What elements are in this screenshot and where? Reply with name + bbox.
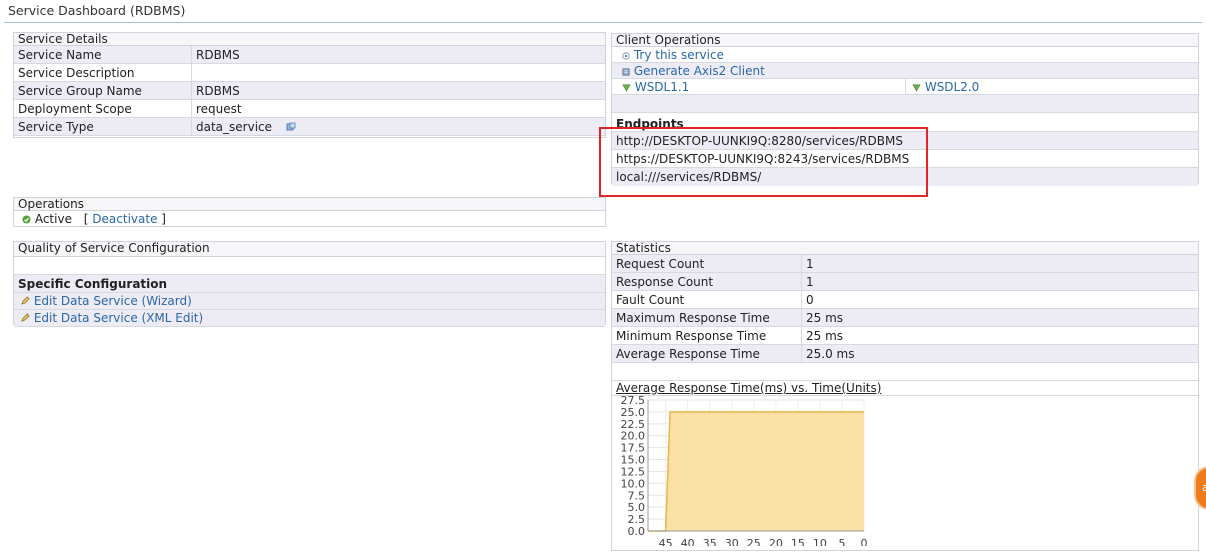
request-count-label: Request Count [616, 257, 705, 271]
page-title: Service Dashboard (RDBMS) [8, 3, 186, 18]
service-details-panel: Service Details Service Name RDBMS Servi… [13, 32, 606, 138]
service-group-value: RDBMS [191, 82, 240, 99]
service-type-value: data_service [196, 120, 273, 134]
deactivate-link[interactable]: Deactivate [92, 212, 157, 226]
edit-wizard-link[interactable]: Edit Data Service (Wizard) [34, 294, 192, 308]
statistics-panel: Statistics Request Count 1 Response Coun… [611, 241, 1199, 551]
max-response-label: Maximum Response Time [616, 311, 770, 325]
x-tick-label: 45 [659, 537, 673, 546]
operations-panel: Operations Active [ Deactivate ] [13, 197, 606, 227]
stats-spacer-row [612, 363, 1198, 381]
endpoint-row: http://DESKTOP-UUNKI9Q:8280/services/RDB… [612, 132, 1198, 150]
specific-config-header: Specific Configuration [18, 277, 168, 291]
edit-icon[interactable] [286, 119, 296, 137]
statistics-header: Statistics [612, 242, 1198, 255]
x-tick-label: 10 [813, 537, 827, 546]
deployment-scope-value: request [191, 100, 242, 117]
check-circle-icon [22, 212, 31, 228]
service-group-row: Service Group Name RDBMS [14, 82, 605, 100]
active-status-label: Active [34, 212, 72, 226]
wsdl-row: WSDL1.1 WSDL2.0 [612, 79, 1198, 95]
client-icon [622, 64, 630, 80]
edit-xml-link[interactable]: Edit Data Service (XML Edit) [34, 311, 203, 325]
endpoint-row: https://DESKTOP-UUNKI9Q:8243/services/RD… [612, 150, 1198, 168]
avg-response-label: Average Response Time [616, 347, 760, 361]
endpoints-header: Endpoints [616, 117, 684, 131]
stats-row: Fault Count 0 [612, 291, 1198, 309]
pencil-icon [21, 310, 30, 327]
service-type-cell: data_service [191, 118, 296, 135]
operations-header: Operations [14, 198, 605, 211]
deployment-scope-label: Deployment Scope [18, 102, 132, 116]
wsdl-icon [912, 80, 921, 96]
request-count-value: 1 [801, 255, 814, 272]
client-spacer-row [612, 95, 1198, 113]
client-operations-panel: Client Operations Try this service Gener… [611, 33, 1199, 186]
response-count-label: Response Count [616, 275, 714, 289]
service-name-value: RDBMS [191, 46, 240, 63]
avg-response-value: 25.0 ms [801, 345, 854, 362]
x-tick-label: 30 [725, 537, 739, 546]
service-description-label: Service Description [18, 66, 135, 80]
endpoint-https: https://DESKTOP-UUNKI9Q:8243/services/RD… [616, 152, 910, 166]
qos-spacer-row [14, 257, 605, 275]
wsdl2-cell: WSDL2.0 [905, 79, 979, 94]
wsdl1-link[interactable]: WSDL1.1 [635, 80, 690, 94]
floating-action-button[interactable]: a [1194, 466, 1206, 510]
stats-row: Minimum Response Time 25 ms [612, 327, 1198, 345]
stats-row: Request Count 1 [612, 255, 1198, 273]
endpoints-header-row: Endpoints [612, 113, 1198, 132]
x-tick-label: 20 [769, 537, 783, 546]
x-tick-label: 5 [838, 537, 845, 546]
client-operations-header: Client Operations [612, 34, 1198, 47]
fault-count-value: 0 [801, 291, 814, 308]
wsdl2-link[interactable]: WSDL2.0 [925, 80, 980, 94]
try-service-link[interactable]: Try this service [634, 48, 724, 62]
service-group-label: Service Group Name [18, 84, 142, 98]
service-description-row: Service Description [14, 64, 605, 82]
x-tick-label: 35 [703, 537, 717, 546]
pencil-icon [21, 293, 30, 310]
response-time-chart: 27.525.022.520.017.515.012.510.07.55.02.… [621, 394, 868, 546]
specific-config-row: Specific Configuration [14, 275, 605, 293]
service-name-label: Service Name [18, 48, 102, 62]
try-service-row: Try this service [612, 47, 1198, 63]
try-icon [622, 48, 630, 64]
generate-client-row: Generate Axis2 Client [612, 63, 1198, 79]
min-response-label: Minimum Response Time [616, 329, 767, 343]
endpoint-row: local:///services/RDBMS/ [612, 168, 1198, 186]
service-details-header: Service Details [14, 33, 605, 46]
x-tick-label: 25 [747, 537, 761, 546]
operations-status-row: Active [ Deactivate ] [14, 211, 605, 227]
series-area [648, 411, 864, 531]
fault-count-label: Fault Count [616, 293, 685, 307]
y-tick-label: 0.0 [628, 525, 646, 538]
x-tick-label: 15 [791, 537, 805, 546]
x-tick-label: 40 [681, 537, 695, 546]
x-tick-label: 0 [861, 537, 868, 546]
service-name-row: Service Name RDBMS [14, 46, 605, 64]
qos-panel: Quality of Service Configuration Specifi… [13, 241, 606, 327]
deployment-scope-row: Deployment Scope request [14, 100, 605, 118]
service-description-value [191, 64, 196, 81]
stats-row: Response Count 1 [612, 273, 1198, 291]
endpoint-http: http://DESKTOP-UUNKI9Q:8280/services/RDB… [616, 134, 903, 148]
endpoint-local: local:///services/RDBMS/ [616, 170, 762, 184]
stats-row: Maximum Response Time 25 ms [612, 309, 1198, 327]
bracket-open: [ [83, 212, 89, 226]
qos-header: Quality of Service Configuration [14, 242, 605, 257]
wsdl-icon [622, 80, 631, 96]
max-response-value: 25 ms [801, 309, 843, 326]
min-response-value: 25 ms [801, 327, 843, 344]
stats-row: Average Response Time 25.0 ms [612, 345, 1198, 363]
edit-xml-row: Edit Data Service (XML Edit) [14, 310, 605, 327]
response-count-value: 1 [801, 273, 814, 290]
service-type-label: Service Type [18, 120, 94, 134]
edit-wizard-row: Edit Data Service (Wizard) [14, 293, 605, 310]
service-type-row: Service Type data_service [14, 118, 605, 136]
bracket-close: ] [161, 212, 166, 226]
title-divider [4, 22, 1202, 23]
generate-client-link[interactable]: Generate Axis2 Client [634, 64, 765, 78]
